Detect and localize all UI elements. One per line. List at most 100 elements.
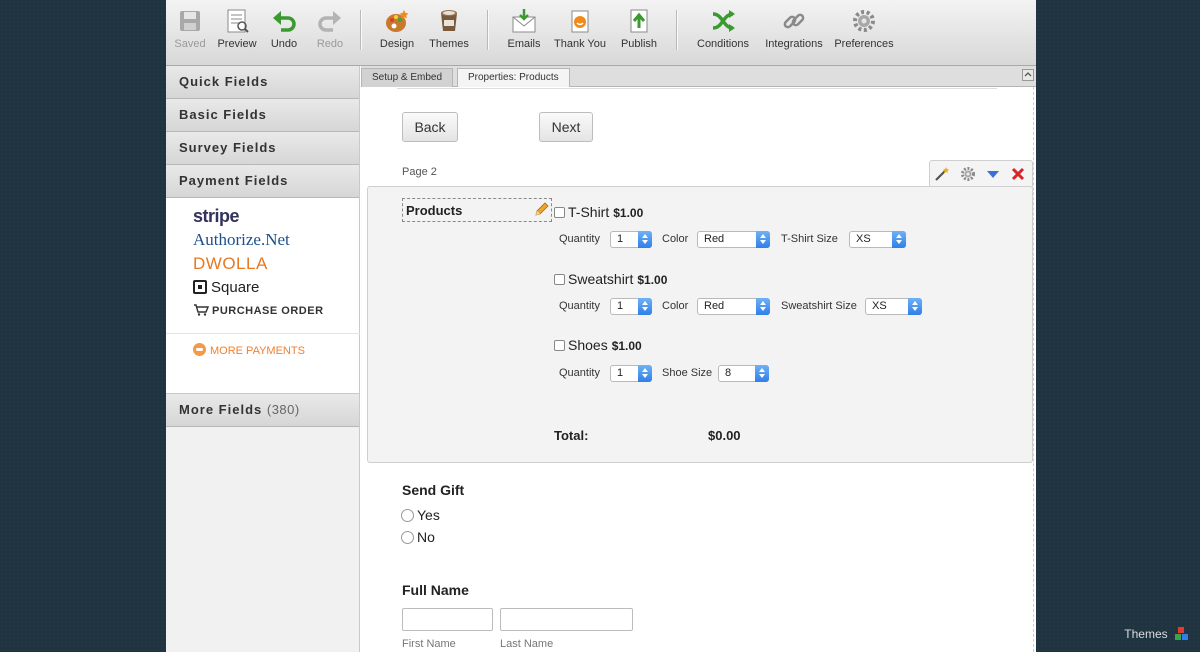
- settings-gear-icon[interactable]: [960, 166, 976, 182]
- publish-icon: [630, 9, 648, 33]
- option-label: Yes: [417, 507, 440, 523]
- panel-tabs: Setup & Embed Properties: Products: [361, 66, 1036, 87]
- product-checkbox[interactable]: [554, 274, 565, 285]
- send-gift-yes-option[interactable]: Yes: [401, 507, 440, 523]
- product-price: $1.00: [611, 339, 642, 353]
- product-checkbox[interactable]: [554, 207, 565, 218]
- gateway-purchase-order[interactable]: PURCHASE ORDER: [193, 304, 324, 317]
- product-name: T-Shirt: [568, 204, 610, 220]
- color-label: Color: [662, 233, 689, 245]
- quantity-select[interactable]: 1: [610, 365, 652, 382]
- quantity-select[interactable]: 1: [610, 231, 652, 248]
- size-value: XS: [872, 300, 887, 312]
- radio-button[interactable]: [401, 509, 414, 522]
- redo-icon: [318, 11, 341, 32]
- send-gift-title[interactable]: Send Gift: [402, 482, 464, 498]
- shoe-size-select[interactable]: 8: [718, 365, 769, 382]
- gateway-authorize-net[interactable]: Authorize.Net: [193, 230, 290, 250]
- quantity-value: 1: [617, 367, 624, 379]
- product-tshirt[interactable]: T-Shirt $1.00: [554, 204, 643, 220]
- select-arrows-icon: [908, 298, 922, 315]
- sweatshirt-size-label: Sweatshirt Size: [781, 300, 857, 312]
- magic-wand-icon[interactable]: [934, 166, 950, 182]
- category-basic-fields[interactable]: Basic Fields: [166, 99, 359, 132]
- themes-label: Themes: [429, 38, 469, 50]
- delete-field-icon[interactable]: [1010, 166, 1026, 182]
- saved-label: Saved: [174, 38, 206, 50]
- category-payment-fields[interactable]: Payment Fields: [166, 165, 359, 198]
- tshirt-size-label: T-Shirt Size: [781, 233, 838, 245]
- redo-button[interactable]: Redo: [313, 8, 347, 56]
- category-survey-fields[interactable]: Survey Fields: [166, 132, 359, 165]
- last-name-input[interactable]: [500, 608, 633, 631]
- emails-button[interactable]: Emails: [504, 8, 544, 56]
- preferences-button[interactable]: Preferences: [832, 8, 896, 56]
- total-value: $0.00: [708, 428, 741, 443]
- publish-button[interactable]: Publish: [618, 8, 660, 56]
- redo-label: Redo: [316, 38, 344, 50]
- back-button[interactable]: Back: [402, 112, 458, 142]
- gateway-square[interactable]: Square: [193, 278, 259, 296]
- form-builder-window: Saved Preview Undo Redo Design Themes Em…: [166, 0, 1036, 652]
- shopping-cart-icon: [194, 304, 210, 316]
- products-field-label[interactable]: Products: [402, 198, 552, 222]
- first-name-input[interactable]: [402, 608, 493, 631]
- preview-button[interactable]: Preview: [215, 8, 259, 56]
- product-sweatshirt[interactable]: Sweatshirt $1.00: [554, 271, 667, 287]
- undo-button[interactable]: Undo: [267, 8, 301, 56]
- thank-you-button[interactable]: Thank You: [552, 8, 608, 56]
- design-button[interactable]: Design: [377, 8, 417, 56]
- more-fields-count: (380): [266, 402, 300, 417]
- conditions-label: Conditions: [697, 38, 749, 50]
- last-name-label: Last Name: [500, 638, 554, 650]
- tab-setup-embed[interactable]: Setup & Embed: [361, 68, 454, 87]
- purchase-order-label: PURCHASE ORDER: [212, 305, 324, 317]
- saved-button[interactable]: Saved: [172, 8, 208, 56]
- select-arrows-icon: [638, 231, 652, 248]
- square-label: Square: [211, 279, 260, 296]
- page-label: Page 2: [402, 166, 437, 178]
- category-more-fields[interactable]: More Fields (380): [166, 394, 359, 427]
- more-payments-link[interactable]: MORE PAYMENTS: [193, 343, 305, 357]
- conditions-button[interactable]: Conditions: [693, 8, 753, 56]
- color-select[interactable]: Red: [697, 231, 770, 248]
- thank-you-label: Thank You: [554, 38, 606, 50]
- field-tools: [929, 160, 1033, 187]
- move-down-icon[interactable]: [985, 166, 1001, 182]
- radio-button[interactable]: [401, 531, 414, 544]
- collapse-panel-icon[interactable]: [1022, 69, 1034, 81]
- product-shoes[interactable]: Shoes $1.00: [554, 337, 642, 353]
- quantity-value: 1: [617, 300, 624, 312]
- more-payments-label: MORE PAYMENTS: [210, 345, 305, 357]
- quantity-select[interactable]: 1: [610, 298, 652, 315]
- shoe-size-label: Shoe Size: [662, 367, 713, 379]
- tab-properties-products[interactable]: Properties: Products: [457, 68, 570, 87]
- field-sidebar: Quick Fields Basic Fields Survey Fields …: [166, 66, 360, 652]
- cloud-icon: [193, 343, 206, 356]
- save-icon: [180, 11, 200, 31]
- sweatshirt-size-select[interactable]: XS: [865, 298, 922, 315]
- quantity-label: Quantity: [559, 367, 600, 379]
- color-select[interactable]: Red: [697, 298, 770, 315]
- select-arrows-icon: [892, 231, 906, 248]
- gateway-dwolla[interactable]: DWOLLA: [193, 254, 268, 274]
- color-label: Color: [662, 300, 689, 312]
- category-quick-fields[interactable]: Quick Fields: [166, 66, 359, 99]
- product-price: $1.00: [613, 206, 644, 220]
- product-checkbox[interactable]: [554, 340, 565, 351]
- pencil-icon[interactable]: [534, 201, 550, 217]
- toolbar-separator: [360, 10, 361, 50]
- themes-button[interactable]: Themes: [426, 8, 472, 56]
- full-name-title[interactable]: Full Name: [402, 582, 469, 598]
- integrations-icon: [783, 13, 805, 29]
- next-button[interactable]: Next: [539, 112, 593, 142]
- send-gift-no-option[interactable]: No: [401, 529, 435, 545]
- tshirt-size-select[interactable]: XS: [849, 231, 906, 248]
- toolbar: Saved Preview Undo Redo Design Themes Em…: [166, 0, 1036, 66]
- products-field[interactable]: Products T-Shirt $1.00 Quantity 1 Color R…: [367, 186, 1033, 463]
- gateway-stripe[interactable]: stripe: [193, 206, 240, 227]
- themes-corner-link[interactable]: Themes: [1124, 627, 1188, 641]
- themes-corner-label: Themes: [1124, 627, 1168, 641]
- quantity-label: Quantity: [559, 300, 600, 312]
- integrations-button[interactable]: Integrations: [762, 8, 826, 56]
